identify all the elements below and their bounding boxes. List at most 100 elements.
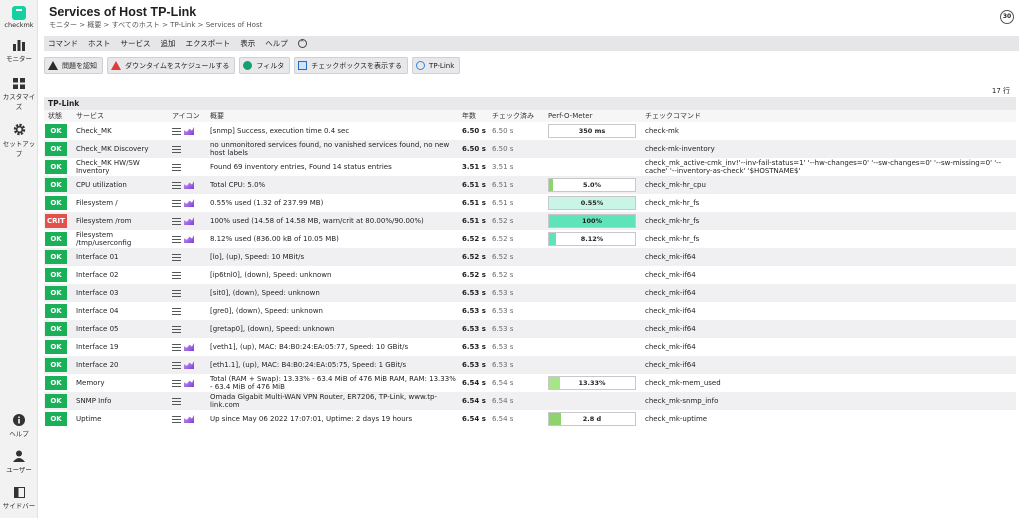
service-name[interactable]: Filesystem /rom xyxy=(72,212,168,230)
service-name[interactable]: CPU utilization xyxy=(72,176,168,194)
service-name[interactable]: SNMP Info xyxy=(72,392,168,410)
col-icons[interactable]: アイコン xyxy=(168,110,206,122)
table-row[interactable]: OK Check_MK HW/SW Inventory Found 69 inven… xyxy=(44,158,1016,176)
col-check-command[interactable]: チェックコマンド xyxy=(641,110,1016,122)
menu-icon[interactable] xyxy=(172,271,181,279)
menu-icon[interactable] xyxy=(172,235,181,243)
sidebar-item-customize[interactable]: カスタマイズ xyxy=(0,78,38,111)
checkmk-logo[interactable]: checkmk xyxy=(0,6,38,29)
acknowledge-button[interactable]: 問題を認知 xyxy=(44,57,103,74)
perfometer[interactable]: 5.0% xyxy=(548,178,636,192)
sidebar-item-setup[interactable]: セットアップ xyxy=(0,123,38,158)
sidebar-item-help[interactable]: ヘルプ xyxy=(0,414,38,438)
table-row[interactable]: OK Filesystem / 0.55% used (1.32 of 237.99… xyxy=(44,194,1016,212)
refresh-timer-icon[interactable]: 30 xyxy=(1000,10,1014,24)
service-name[interactable]: Memory xyxy=(72,374,168,392)
table-row[interactable]: OK CPU utilization Total CPU: 5.0% 6.51 s 6.… xyxy=(44,176,1016,194)
sidebar-item-sidebar[interactable]: サイドバー xyxy=(0,487,38,510)
filter-button[interactable]: フィルタ xyxy=(239,57,291,74)
schedule-downtime-button[interactable]: ダウンタイムをスケジュールする xyxy=(107,57,236,74)
breadcrumb[interactable]: モニター > 概要 > すべてのホスト > TP-Link > Services… xyxy=(49,20,262,30)
menu-commands[interactable]: コマンド xyxy=(48,38,78,49)
perfometer[interactable]: 0.55% xyxy=(548,196,636,210)
graph-icon[interactable] xyxy=(184,217,194,225)
menu-icon[interactable] xyxy=(172,127,181,135)
service-name[interactable]: Interface 01 xyxy=(72,248,168,266)
menu-icon[interactable] xyxy=(172,415,181,423)
service-name[interactable]: Interface 19 xyxy=(72,338,168,356)
table-row[interactable]: OK Check_MK [snmp] Success, execution time… xyxy=(44,122,1016,140)
table-row[interactable]: OK Interface 05 [gretap0], (down), Speed: … xyxy=(44,320,1016,338)
menu-icon[interactable] xyxy=(172,307,181,315)
menu-display[interactable]: 表示 xyxy=(240,38,255,49)
service-name[interactable]: Interface 04 xyxy=(72,302,168,320)
table-row[interactable]: OK Interface 20 [eth1.1], (up), MAC: B4:B0… xyxy=(44,356,1016,374)
table-row[interactable]: OK Interface 01 [lo], (up), Speed: 10 MBit… xyxy=(44,248,1016,266)
graph-icon[interactable] xyxy=(184,235,194,243)
table-row[interactable]: CRIT Filesystem /rom 100% used (14.58 of 1… xyxy=(44,212,1016,230)
perfometer[interactable]: 100% xyxy=(548,214,636,228)
host-link-button[interactable]: TP-Link xyxy=(412,57,461,74)
graph-icon[interactable] xyxy=(184,361,194,369)
service-name[interactable]: Check_MK xyxy=(72,122,168,140)
table-row[interactable]: OK Interface 03 [sit0], (down), Speed: unk… xyxy=(44,284,1016,302)
table-row[interactable]: OK Check_MK Discovery no unmonitored servi… xyxy=(44,140,1016,158)
service-name[interactable]: Interface 05 xyxy=(72,320,168,338)
graph-icon[interactable] xyxy=(184,127,194,135)
table-row[interactable]: OK Memory Total (RAM + Swap): 13.33% - 63.… xyxy=(44,374,1016,392)
service-name[interactable]: Interface 20 xyxy=(72,356,168,374)
table-row[interactable]: OK Uptime Up since May 06 2022 17:07:01, U… xyxy=(44,410,1016,428)
table-row[interactable]: OK SNMP Info Omada Gigabit Multi-WAN VPN R… xyxy=(44,392,1016,410)
service-name[interactable]: Uptime xyxy=(72,410,168,428)
menu-help[interactable]: ヘルプ xyxy=(265,38,288,49)
graph-icon[interactable] xyxy=(184,415,194,423)
table-row[interactable]: OK Interface 04 [gre0], (down), Speed: unk… xyxy=(44,302,1016,320)
service-name[interactable]: Interface 02 xyxy=(72,266,168,284)
graph-icon[interactable] xyxy=(184,181,194,189)
col-perfometer[interactable]: Perf-O-Meter xyxy=(544,110,641,122)
service-name[interactable]: Filesystem / xyxy=(72,194,168,212)
table-row[interactable]: OK Interface 02 [ip6tnl0], (down), Speed: … xyxy=(44,266,1016,284)
menu-host[interactable]: ホスト xyxy=(88,38,111,49)
graph-icon[interactable] xyxy=(184,343,194,351)
col-checked[interactable]: チェック済み xyxy=(488,110,544,122)
menu-icon[interactable] xyxy=(172,217,181,225)
perfometer[interactable]: 13.33% xyxy=(548,376,636,390)
collapse-menu-icon[interactable]: ^ xyxy=(297,39,307,48)
perfometer[interactable]: 2.8 d xyxy=(548,412,636,426)
menu-icon[interactable] xyxy=(172,379,181,387)
menu-export[interactable]: エクスポート xyxy=(186,38,231,49)
service-name[interactable]: Filesystem /tmp/userconfig xyxy=(72,230,168,248)
service-age: 6.54 s xyxy=(458,374,488,392)
graph-icon[interactable] xyxy=(184,379,194,387)
graph-icon[interactable] xyxy=(184,199,194,207)
show-checkboxes-button[interactable]: チェックボックスを表示する xyxy=(294,57,409,74)
sidebar-item-user[interactable]: ユーザー xyxy=(0,450,38,474)
page-title: Services of Host TP-Link xyxy=(49,5,197,19)
menu-service[interactable]: サービス xyxy=(121,38,151,49)
menu-add[interactable]: 追加 xyxy=(161,38,176,49)
menu-icon[interactable] xyxy=(172,361,181,369)
host-icon xyxy=(416,61,426,70)
sidebar-item-monitor[interactable]: モニター xyxy=(0,40,38,63)
menu-icon[interactable] xyxy=(172,253,181,261)
col-service[interactable]: サービス xyxy=(72,110,168,122)
table-row[interactable]: OK Filesystem /tmp/userconfig 8.12% used (… xyxy=(44,230,1016,248)
perfometer[interactable]: 350 ms xyxy=(548,124,636,138)
menu-icon[interactable] xyxy=(172,343,181,351)
col-age[interactable]: 年数 xyxy=(458,110,488,122)
table-row[interactable]: OK Interface 19 [veth1], (up), MAC: B4:B0:… xyxy=(44,338,1016,356)
menu-icon[interactable] xyxy=(172,199,181,207)
perfometer[interactable]: 8.12% xyxy=(548,232,636,246)
col-state[interactable]: 状態 xyxy=(44,110,72,122)
service-name[interactable]: Interface 03 xyxy=(72,284,168,302)
col-summary[interactable]: 概要 xyxy=(206,110,458,122)
menu-icon[interactable] xyxy=(172,325,181,333)
menu-icon[interactable] xyxy=(172,181,181,189)
service-name[interactable]: Check_MK HW/SW Inventory xyxy=(72,158,168,176)
menu-icon[interactable] xyxy=(172,289,181,297)
menu-icon[interactable] xyxy=(172,145,181,153)
service-name[interactable]: Check_MK Discovery xyxy=(72,140,168,158)
menu-icon[interactable] xyxy=(172,397,181,405)
menu-icon[interactable] xyxy=(172,163,181,171)
